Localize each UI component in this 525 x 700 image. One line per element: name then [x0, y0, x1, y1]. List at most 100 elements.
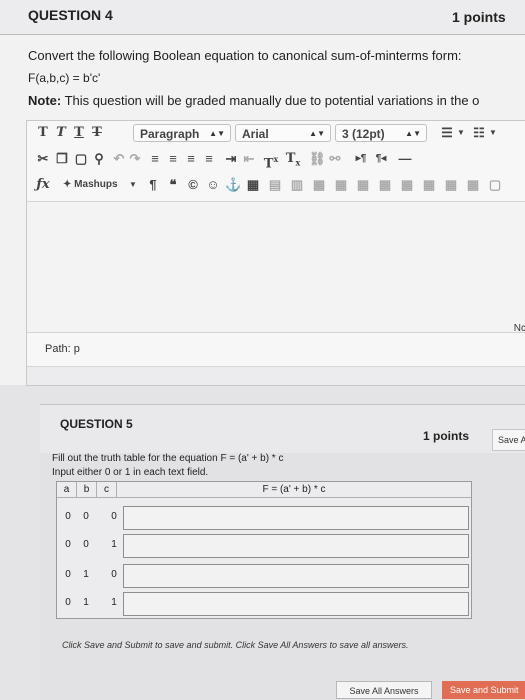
question-4-header: QUESTION 4 1 points: [0, 0, 525, 35]
table-cell: 0: [65, 597, 71, 608]
editor-resize-handle[interactable]: [27, 366, 525, 385]
blockquote-icon[interactable]: ❝: [165, 176, 181, 194]
outdent-icon[interactable]: ⇤: [241, 150, 257, 168]
select-arrows-icon: ▲▼: [405, 129, 421, 138]
font-family-select[interactable]: Arial ▲▼: [235, 124, 331, 142]
table-header-f: F = (a' + b) * c: [117, 482, 471, 498]
align-justify-icon[interactable]: ≡: [201, 150, 217, 168]
cut-icon[interactable]: ✂: [35, 150, 51, 168]
question-4-equation: F(a,b,c) = b'c': [28, 71, 101, 85]
paste-icon[interactable]: ▢: [73, 150, 89, 168]
table-cell: 1: [83, 569, 89, 580]
chevron-down-icon[interactable]: ▼: [125, 176, 141, 194]
editor-path-label: Path: p: [45, 343, 80, 355]
table-header-b: b: [77, 482, 97, 498]
emoticon-icon[interactable]: ☺: [205, 176, 221, 194]
table-merge-icon[interactable]: ▦: [377, 176, 393, 194]
underline-icon[interactable]: T: [71, 124, 87, 142]
table-delete-icon[interactable]: ▦: [355, 176, 371, 194]
table-props-icon[interactable]: ▦: [421, 176, 437, 194]
subscript-icon[interactable]: Tx: [285, 150, 301, 168]
question-4-points: 1 points: [452, 9, 506, 25]
editor-toolbar-row-3: ƒx ✦ Mashups ▼ ¶ ❝ © ☺ ⚓ ▦ ▤ ▥ ▦ ▦ ▦ ▦ ▦…: [27, 176, 525, 198]
table-column-icon[interactable]: ▥: [289, 176, 305, 194]
chevron-down-icon[interactable]: ▼: [453, 124, 469, 142]
select-arrows-icon: ▲▼: [309, 129, 325, 138]
paragraph-format-select[interactable]: Paragraph ▲▼: [133, 124, 231, 142]
unlink-icon[interactable]: ⚯: [327, 150, 343, 168]
note-text: This question will be graded manually du…: [61, 93, 480, 108]
table-cell: 0: [65, 511, 71, 522]
table-rows-icon[interactable]: ▦: [465, 176, 481, 194]
link-icon[interactable]: ⛓: [309, 150, 326, 168]
word-count-label: Nc: [513, 323, 525, 334]
editor-text-area[interactable]: [27, 201, 525, 333]
mashups-button[interactable]: ✦ Mashups: [63, 176, 133, 194]
copyright-icon[interactable]: ©: [185, 176, 201, 194]
table-cell: 0: [65, 569, 71, 580]
answer-input-row-2[interactable]: [123, 534, 469, 558]
editor-toolbar-row-1: T T T T Paragraph ▲▼ Arial ▲▼ 3 (12pt) ▲▼ ☰…: [27, 124, 525, 146]
question-5-header: QUESTION 5 1 points Save A: [40, 404, 525, 454]
superscript-icon[interactable]: Tx: [263, 150, 279, 171]
mashups-label: Mashups: [74, 179, 118, 190]
chevron-down-icon[interactable]: ▼: [485, 124, 501, 142]
select-arrows-icon: ▲▼: [209, 129, 225, 138]
find-icon[interactable]: ⚲: [91, 150, 107, 168]
mashups-icon: ✦: [63, 179, 75, 190]
note-label: Note:: [28, 93, 62, 108]
table-cell: 1: [83, 597, 89, 608]
table-icon[interactable]: ▦: [245, 176, 261, 194]
question-4-note: Note: This question will be graded manua…: [28, 93, 479, 108]
save-answer-button[interactable]: Save A: [492, 429, 525, 451]
strikethrough-icon[interactable]: T: [89, 124, 105, 142]
horizontal-rule-icon[interactable]: —: [397, 150, 413, 168]
rtl-direction-icon[interactable]: ¶◂: [373, 150, 389, 168]
question-5-title: QUESTION 5: [60, 417, 133, 431]
indent-icon[interactable]: ⇥: [223, 150, 239, 168]
bold-icon[interactable]: T: [35, 124, 51, 142]
align-center-icon[interactable]: ≡: [165, 150, 181, 168]
question-4-title: QUESTION 4: [28, 7, 113, 23]
font-size-value: 3 (12pt): [342, 127, 385, 141]
table-cell: 1: [111, 539, 117, 550]
table-header-c: c: [97, 482, 117, 498]
table-cell: 0: [111, 511, 117, 522]
question-4-prompt: Convert the following Boolean equation t…: [28, 48, 462, 63]
table-split-icon[interactable]: ▦: [399, 176, 415, 194]
table-cell: 1: [111, 597, 117, 608]
copy-icon[interactable]: ❐: [54, 150, 70, 168]
save-and-submit-button[interactable]: Save and Submit: [442, 681, 525, 699]
table-cell: 0: [83, 539, 89, 550]
question-5-instruction: Fill out the truth table for the equatio…: [52, 453, 284, 464]
align-right-icon[interactable]: ≡: [183, 150, 199, 168]
question-5-instruction-2: Input either 0 or 1 in each text field.: [52, 467, 209, 478]
ltr-direction-icon[interactable]: ▸¶: [353, 150, 369, 168]
editor-toolbar-row-2: ✂ ❐ ▢ ⚲ ↶ ↷ ≡ ≡ ≡ ≡ ⇥ ⇤ Tx Tx ⛓ ⚯ ▸¶ ¶◂ …: [27, 150, 525, 172]
table-header-a: a: [57, 482, 77, 498]
answer-input-row-4[interactable]: [123, 592, 469, 616]
table-cell: 0: [111, 569, 117, 580]
save-all-answers-button[interactable]: Save All Answers: [336, 681, 432, 699]
font-family-value: Arial: [242, 127, 269, 141]
anchor-icon[interactable]: ⚓: [225, 176, 241, 194]
table-cell: 0: [65, 539, 71, 550]
answer-input-row-3[interactable]: [123, 564, 469, 588]
table-border-icon[interactable]: ▢: [487, 176, 503, 194]
table-cols-icon[interactable]: ▦: [443, 176, 459, 194]
answer-input-row-1[interactable]: [123, 506, 469, 530]
align-left-icon[interactable]: ≡: [147, 150, 163, 168]
table-cell: 0: [83, 511, 89, 522]
italic-icon[interactable]: T: [53, 124, 69, 142]
paragraph-format-value: Paragraph: [140, 127, 200, 141]
table-insert-icon[interactable]: ▦: [333, 176, 349, 194]
font-size-select[interactable]: 3 (12pt) ▲▼: [335, 124, 427, 142]
redo-icon[interactable]: ↷: [127, 150, 143, 168]
formula-icon[interactable]: ƒx: [35, 176, 51, 194]
paragraph-mark-icon[interactable]: ¶: [145, 176, 161, 194]
undo-icon[interactable]: ↶: [111, 150, 127, 168]
table-row-icon[interactable]: ▤: [267, 176, 283, 194]
table-cell-icon[interactable]: ▦: [311, 176, 327, 194]
answer-editor: T T T T Paragraph ▲▼ Arial ▲▼ 3 (12pt) ▲▼ ☰…: [26, 120, 525, 386]
submit-instructions: Click Save and Submit to save and submit…: [62, 640, 409, 650]
